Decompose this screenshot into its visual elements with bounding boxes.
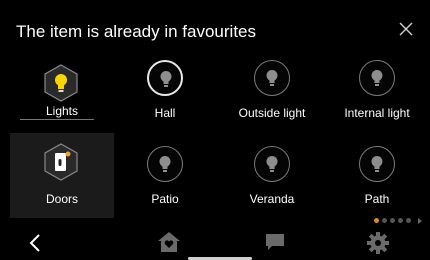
category-doors-label: Doors	[45, 192, 78, 206]
device-path-label: Path	[364, 192, 390, 206]
bulb-icon	[160, 71, 172, 87]
category-lights-label: Lights	[45, 104, 79, 118]
device-internal-light[interactable]: Internal light	[329, 60, 429, 138]
home-heart-icon[interactable]	[157, 231, 181, 253]
page-dot-5[interactable]	[406, 218, 411, 223]
next-page-arrow[interactable]	[418, 218, 422, 224]
door-lock-icon	[44, 143, 78, 181]
device-internal-light-button[interactable]	[359, 60, 395, 96]
bulb-icon	[266, 156, 278, 172]
category-lights[interactable]	[10, 58, 114, 136]
chevron-left-icon[interactable]	[28, 233, 42, 253]
device-hall-button[interactable]	[147, 60, 183, 96]
device-outside-light-button[interactable]	[254, 60, 290, 96]
close-icon[interactable]	[397, 20, 415, 38]
page-dot-2[interactable]	[382, 218, 387, 223]
page-title: The item is already in favourites	[16, 22, 256, 41]
page-dot-4[interactable]	[398, 218, 403, 223]
bulb-icon	[266, 70, 278, 86]
device-veranda[interactable]: Veranda	[224, 146, 324, 224]
chat-bubble-icon[interactable]	[264, 232, 286, 252]
device-outside-light[interactable]: Outside light	[224, 60, 324, 138]
device-path-button[interactable]	[359, 146, 395, 182]
device-patio-button[interactable]	[147, 146, 183, 182]
bulb-icon	[159, 156, 171, 172]
device-hall-label: Hall	[154, 106, 176, 120]
gear-icon[interactable]	[366, 231, 390, 255]
page-dot-1[interactable]	[374, 218, 379, 223]
category-doors[interactable]: Doors	[10, 133, 114, 218]
bulb-icon	[371, 156, 383, 172]
device-patio[interactable]: Patio	[117, 146, 217, 224]
bulb-icon	[371, 70, 383, 86]
device-path[interactable]: Path	[329, 146, 429, 224]
bottom-nav	[0, 226, 430, 260]
bulb-icon	[44, 64, 78, 102]
device-patio-label: Patio	[151, 192, 179, 206]
device-veranda-button[interactable]	[254, 146, 290, 182]
device-internal-light-label: Internal light	[344, 106, 410, 120]
device-veranda-label: Veranda	[249, 192, 295, 206]
header: The item is already in favourites	[0, 0, 430, 58]
device-hall[interactable]: Hall	[117, 60, 217, 138]
device-outside-light-label: Outside light	[238, 106, 306, 120]
page-dot-3[interactable]	[390, 218, 395, 223]
